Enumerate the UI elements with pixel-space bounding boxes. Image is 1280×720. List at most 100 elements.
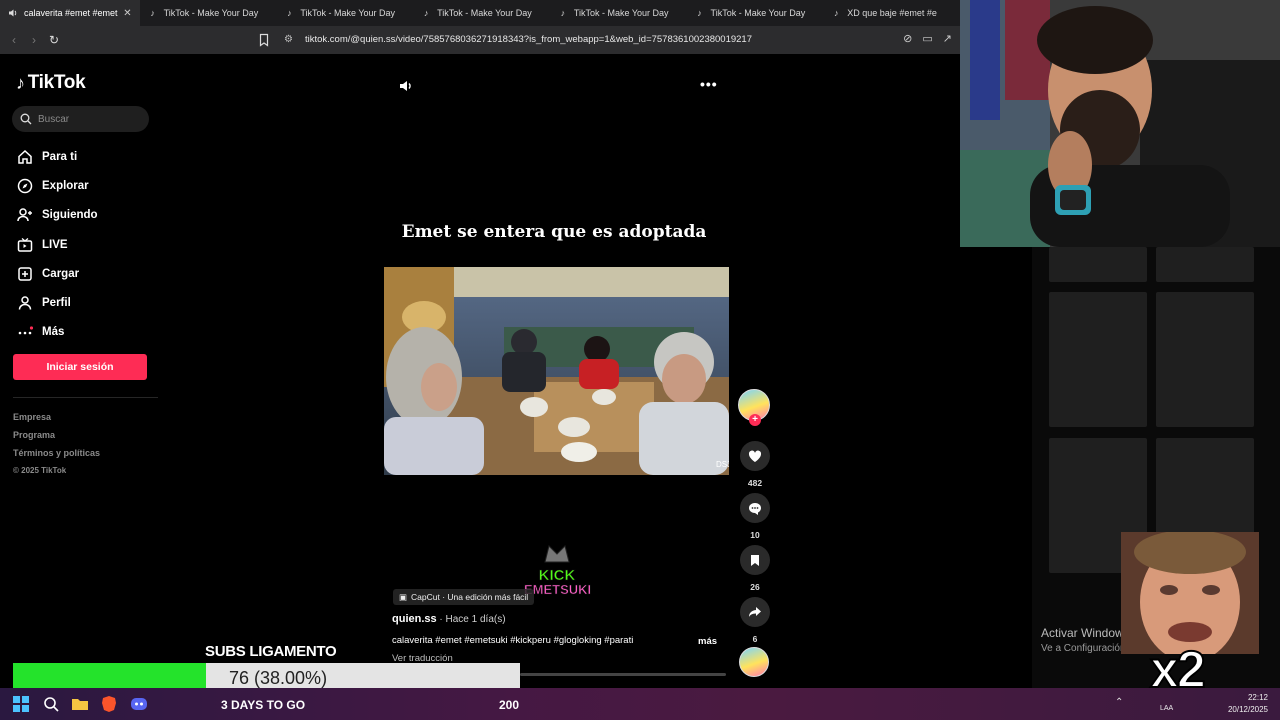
browser-tab[interactable]: ♪ TikTok - Make Your Day <box>687 0 824 26</box>
more-options-icon[interactable]: ••• <box>700 76 718 92</box>
no-tracking-icon[interactable]: ⊘ <box>903 32 912 45</box>
live-icon <box>16 236 34 254</box>
sidebar-item-label: Para ti <box>42 150 78 163</box>
taskbar <box>0 688 1280 720</box>
footer-link-programa[interactable]: Programa <box>13 426 100 444</box>
tiktok-page: ♪ TikTok Buscar Para ti Explorar Siguien… <box>0 54 1032 688</box>
sound-disc[interactable] <box>739 647 769 677</box>
fox-icon <box>544 545 570 563</box>
bookmark-icon <box>740 545 770 575</box>
search-icon[interactable] <box>42 695 60 713</box>
volume-icon[interactable] <box>398 78 414 94</box>
heart-icon <box>740 441 770 471</box>
browser-tab[interactable]: ♪ XD que baje #emet #e <box>823 0 960 26</box>
tab-label: TikTok - Make Your Day <box>437 8 532 18</box>
home-icon <box>16 148 34 166</box>
sidebar-item-label: Más <box>42 326 65 339</box>
video-frame[interactable]: DS3 <box>384 267 729 475</box>
discord-icon[interactable] <box>130 695 148 713</box>
footer-link-terminos[interactable]: Términos y políticas <box>13 444 100 462</box>
copyright: © 2025 TikTok <box>13 466 67 475</box>
action-rail: + 482 10 26 6 <box>738 389 772 677</box>
sidebar-item-perfil[interactable]: Perfil <box>16 288 98 317</box>
tiktok-icon: ♪ <box>150 8 155 18</box>
meme-overlay <box>1121 532 1259 654</box>
tray-chevron-icon[interactable]: ⌃ <box>1115 697 1123 708</box>
browser-tab[interactable]: ♪ TikTok - Make Your Day <box>550 0 687 26</box>
site-settings-icon[interactable]: ⚙ <box>284 34 293 45</box>
sidebar-item-para-ti[interactable]: Para ti <box>16 142 98 171</box>
forward-icon[interactable]: › <box>24 33 44 47</box>
cast-icon[interactable]: ▭ <box>922 32 932 45</box>
brave-icon[interactable] <box>100 695 118 713</box>
bookmark-icon[interactable] <box>257 33 271 47</box>
share-button[interactable]: 6 <box>740 597 770 644</box>
sidebar-item-label: Explorar <box>42 179 89 192</box>
sub-goal-target: 200 <box>499 698 520 712</box>
tab-label: TikTok - Make Your Day <box>710 8 806 18</box>
sidebar-item-cargar[interactable]: Cargar <box>16 259 98 288</box>
reload-icon[interactable]: ↻ <box>44 33 64 47</box>
sidebar-item-mas[interactable]: Más <box>16 318 98 347</box>
search-placeholder: Buscar <box>38 113 70 125</box>
post-time: · Hace 1 día(s) <box>436 614 506 625</box>
sidebar-item-siguiendo[interactable]: Siguiendo <box>16 201 98 230</box>
login-button[interactable]: Iniciar sesión <box>13 354 147 380</box>
clock-time: 22:12 <box>1247 693 1268 702</box>
skeleton-card <box>1049 247 1147 282</box>
comment-icon <box>740 493 770 523</box>
logo-text: TikTok <box>27 72 86 93</box>
upload-icon <box>16 265 34 283</box>
tiktok-icon: ♪ <box>560 8 566 18</box>
footer-link-empresa[interactable]: Empresa <box>13 408 100 426</box>
search-icon <box>20 113 32 125</box>
sub-goal-label: 76 (38.00%) <box>229 668 328 688</box>
browser-tab[interactable]: ♪ TikTok - Make Your Day <box>276 0 413 26</box>
sidebar-item-live[interactable]: LIVE <box>16 230 98 259</box>
tab-label: TikTok - Make Your Day <box>573 8 669 18</box>
more-icon <box>16 323 34 341</box>
browser-tab-bar: calaverita #emet #emet ✕ ♪ TikTok - Make … <box>0 0 960 26</box>
sidebar-item-explorar[interactable]: Explorar <box>16 171 98 200</box>
browser-tab[interactable]: ♪ TikTok - Make Your Day <box>413 0 550 26</box>
share-count: 6 <box>752 634 758 644</box>
like-button[interactable]: 482 <box>740 441 770 488</box>
start-icon[interactable] <box>12 695 30 713</box>
folder-icon[interactable] <box>71 695 89 713</box>
url-field[interactable]: tiktok.com/@quien.ss/video/7585768036271… <box>305 34 752 45</box>
skeleton-card <box>1156 292 1254 427</box>
back-icon[interactable]: ‹ <box>4 33 24 47</box>
compass-icon <box>16 177 34 195</box>
author-name: quien.ss <box>392 613 437 625</box>
browser-tab[interactable]: ♪ TikTok - Make Your Day <box>140 0 277 26</box>
video-author[interactable]: quien.ss · Hace 1 día(s) <box>392 613 506 625</box>
audio-icon <box>8 8 18 18</box>
save-button[interactable]: 26 <box>740 545 770 592</box>
clock-date: 20/12/2025 <box>1227 705 1268 714</box>
capcut-badge[interactable]: ▣ CapCut · Una edición más fácil <box>393 589 535 605</box>
sidebar-divider <box>13 397 158 398</box>
capcut-label: CapCut · Una edición más fácil <box>411 592 529 602</box>
more-link[interactable]: más <box>698 636 717 647</box>
activate-windows-watermark: Activar Windows <box>1041 626 1130 640</box>
comment-button[interactable]: 10 <box>740 493 770 540</box>
sidebar-footer: Empresa Programa Términos y políticas © … <box>13 408 100 480</box>
close-icon[interactable]: ✕ <box>119 8 131 19</box>
tiktok-logo-icon: ♪ <box>16 72 25 93</box>
video-progress-bar[interactable] <box>520 673 726 676</box>
author-avatar[interactable]: + <box>738 389 770 426</box>
system-clock[interactable]: 22:12 20/12/2025 <box>1222 692 1268 716</box>
sidebar-nav: Para ti Explorar Siguiendo LIVE Cargar P… <box>16 142 98 347</box>
browser-tab-active[interactable]: calaverita #emet #emet ✕ <box>0 0 140 26</box>
tiktok-logo[interactable]: ♪ TikTok <box>16 72 86 94</box>
tab-label: TikTok - Make Your Day <box>300 8 396 18</box>
share-arrow-icon <box>740 597 770 627</box>
tiktok-icon: ♪ <box>423 8 429 18</box>
search-input[interactable]: Buscar <box>12 106 149 132</box>
tab-label: TikTok - Make Your Day <box>163 8 259 18</box>
share-icon[interactable]: ↗ <box>943 32 952 45</box>
sidebar-item-label: LIVE <box>42 238 68 251</box>
language-indicator[interactable]: LAA <box>1160 705 1173 712</box>
follow-plus-icon[interactable]: + <box>749 414 761 426</box>
sidebar-item-label: Siguiendo <box>42 209 98 222</box>
